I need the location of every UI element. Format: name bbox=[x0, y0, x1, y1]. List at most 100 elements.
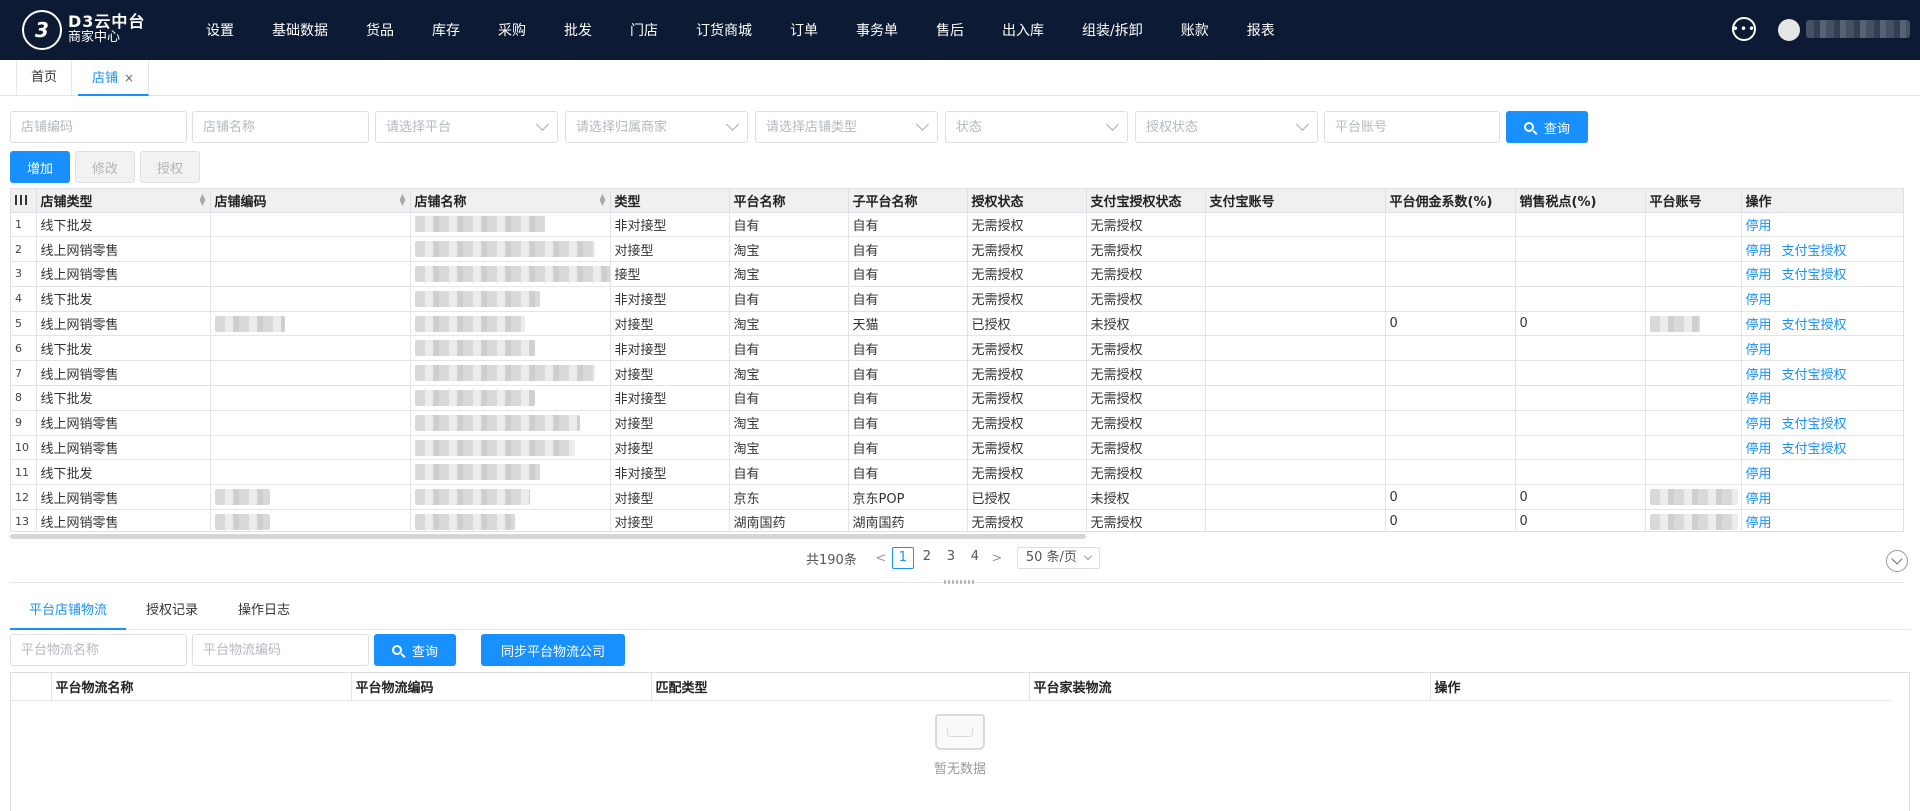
logistics-code-field[interactable] bbox=[193, 635, 368, 665]
alipay-auth-link[interactable]: 支付宝授权 bbox=[1782, 417, 1847, 432]
logistics-query-button[interactable]: 查询 bbox=[374, 634, 456, 666]
page-2[interactable]: 2 bbox=[916, 547, 938, 569]
col-alipay-auth[interactable]: 支付宝授权状态 bbox=[1086, 189, 1206, 213]
table-row[interactable]: 1 线下批发 非对接型 自有 自有 无需授权 无需授权 停用 bbox=[11, 212, 1903, 238]
shop-code-input[interactable] bbox=[10, 111, 187, 143]
nav-item-order-mall[interactable]: 订货商城 bbox=[680, 20, 768, 40]
avatar[interactable] bbox=[1778, 19, 1800, 41]
nav-item-transactions[interactable]: 事务单 bbox=[840, 20, 914, 40]
shop-name-input[interactable] bbox=[192, 111, 369, 143]
collapse-toggle-icon[interactable] bbox=[1886, 550, 1908, 572]
alipay-auth-link[interactable]: 支付宝授权 bbox=[1782, 442, 1847, 457]
disable-link[interactable]: 停用 bbox=[1746, 343, 1772, 358]
disable-link[interactable]: 停用 bbox=[1746, 492, 1772, 507]
disable-link[interactable]: 停用 bbox=[1746, 368, 1772, 383]
col-alipay-account[interactable]: 支付宝账号 bbox=[1205, 189, 1386, 213]
logistics-code-input[interactable] bbox=[192, 634, 369, 666]
table-row[interactable]: 2 线上网销零售 对接型 淘宝 自有 无需授权 无需授权 停用 支付宝授权 bbox=[11, 236, 1903, 263]
disable-link[interactable]: 停用 bbox=[1746, 392, 1772, 407]
col-type[interactable]: 类型 bbox=[610, 189, 730, 213]
nav-item-wholesale[interactable]: 批发 bbox=[548, 20, 608, 40]
close-icon[interactable]: × bbox=[124, 71, 134, 85]
nav-item-orders[interactable]: 订单 bbox=[774, 20, 834, 40]
table-row[interactable]: 3 线上网销零售 接型 淘宝 自有 无需授权 无需授权 停用 支付宝授权 bbox=[11, 261, 1903, 287]
nav-item-assembly[interactable]: 组装/拆卸 bbox=[1066, 20, 1159, 40]
table-row[interactable]: 9 线上网销零售 对接型 淘宝 自有 无需授权 无需授权 停用 支付宝授权 bbox=[11, 410, 1903, 436]
status-select-field[interactable] bbox=[946, 112, 1127, 142]
nav-item-after-sales[interactable]: 售后 bbox=[920, 20, 980, 40]
col-shop-code[interactable]: 店铺编码 ▲ ▼ bbox=[210, 189, 411, 213]
tab-platform-logistics[interactable]: 平台店铺物流 bbox=[10, 594, 126, 630]
col-platform[interactable]: 平台名称 bbox=[729, 189, 849, 213]
logistics-col-home-logistics[interactable]: 平台家装物流 bbox=[1029, 673, 1431, 701]
disable-link[interactable]: 停用 bbox=[1746, 516, 1772, 531]
nav-item-store[interactable]: 门店 bbox=[614, 20, 674, 40]
nav-item-reports[interactable]: 报表 bbox=[1231, 20, 1291, 40]
merchant-select-field[interactable] bbox=[566, 112, 747, 142]
username-redacted[interactable] bbox=[1806, 20, 1910, 38]
disable-link[interactable]: 停用 bbox=[1746, 442, 1772, 457]
disable-link[interactable]: 停用 bbox=[1746, 467, 1772, 482]
table-row[interactable]: 13 线上网销零售 对接型 湖南国药 湖南国药 无需授权 无需授权 0 0 停用 bbox=[11, 509, 1903, 531]
shop-code-field[interactable] bbox=[11, 112, 186, 142]
col-tax[interactable]: 销售税点(%) bbox=[1515, 189, 1646, 213]
tab-home[interactable]: 首页 bbox=[16, 60, 73, 96]
platform-select[interactable] bbox=[375, 111, 558, 143]
horizontal-scrollbar[interactable] bbox=[10, 534, 1086, 539]
column-settings-icon[interactable] bbox=[11, 189, 37, 213]
table-row[interactable]: 4 线下批发 非对接型 自有 自有 无需授权 无需授权 停用 bbox=[11, 286, 1903, 312]
disable-link[interactable]: 停用 bbox=[1746, 318, 1772, 333]
nav-item-basic-data[interactable]: 基础数据 bbox=[256, 20, 344, 40]
nav-item-in-out[interactable]: 出入库 bbox=[986, 20, 1060, 40]
resize-handle[interactable] bbox=[944, 580, 974, 584]
merchant-select[interactable] bbox=[565, 111, 748, 143]
nav-item-accounts[interactable]: 账款 bbox=[1165, 20, 1225, 40]
logistics-name-field[interactable] bbox=[11, 635, 186, 665]
table-row[interactable]: 5 线上网销零售 对接型 淘宝 天猫 已授权 未授权 0 0 停用 支付宝授权 bbox=[11, 311, 1903, 337]
sync-logistics-button[interactable]: 同步平台物流公司 bbox=[481, 634, 625, 666]
logistics-col-actions[interactable]: 操作 bbox=[1430, 673, 1891, 701]
prev-page-button[interactable]: < bbox=[871, 551, 891, 566]
auth-status-select-field[interactable] bbox=[1136, 112, 1317, 142]
alipay-auth-link[interactable]: 支付宝授权 bbox=[1782, 318, 1847, 333]
alipay-auth-link[interactable]: 支付宝授权 bbox=[1782, 268, 1847, 283]
table-row[interactable]: 10 线上网销零售 对接型 淘宝 自有 无需授权 无需授权 停用 支付宝授权 bbox=[11, 435, 1903, 461]
shop-type-select-field[interactable] bbox=[756, 112, 937, 142]
platform-select-field[interactable] bbox=[376, 112, 557, 142]
col-sub-platform[interactable]: 子平台名称 bbox=[848, 189, 968, 213]
table-row[interactable]: 11 线下批发 非对接型 自有 自有 无需授权 无需授权 停用 bbox=[11, 459, 1903, 486]
col-shop-type[interactable]: 店铺类型 ▲ ▼ bbox=[36, 189, 211, 213]
shop-type-select[interactable] bbox=[755, 111, 938, 143]
logistics-col-match[interactable]: 匹配类型 bbox=[651, 673, 1030, 701]
page-1[interactable]: 1 bbox=[891, 547, 914, 569]
status-select[interactable] bbox=[945, 111, 1128, 143]
col-auth-status[interactable]: 授权状态 bbox=[967, 189, 1087, 213]
platform-account-field[interactable] bbox=[1325, 112, 1499, 142]
brand-logo[interactable]: 3 D3云中台 商家中心 bbox=[22, 10, 145, 50]
message-icon[interactable]: ••• bbox=[1732, 17, 1756, 41]
alipay-auth-link[interactable]: 支付宝授权 bbox=[1782, 244, 1847, 259]
page-size-select[interactable]: 50 条/页 bbox=[1016, 547, 1100, 569]
col-platform-account[interactable]: 平台账号 bbox=[1645, 189, 1742, 213]
logistics-col-code[interactable]: 平台物流编码 bbox=[351, 673, 652, 701]
edit-button[interactable]: 修改 bbox=[75, 151, 135, 183]
page-3[interactable]: 3 bbox=[940, 547, 962, 569]
logistics-name-input[interactable] bbox=[10, 634, 187, 666]
disable-link[interactable]: 停用 bbox=[1746, 293, 1772, 308]
platform-account-input[interactable] bbox=[1324, 111, 1500, 143]
table-row[interactable]: 7 线上网销零售 对接型 淘宝 自有 无需授权 无需授权 停用 支付宝授权 bbox=[11, 360, 1903, 387]
disable-link[interactable]: 停用 bbox=[1746, 244, 1772, 259]
disable-link[interactable]: 停用 bbox=[1746, 417, 1772, 432]
shop-name-field[interactable] bbox=[193, 112, 368, 142]
nav-item-purchase[interactable]: 采购 bbox=[482, 20, 542, 40]
table-row[interactable]: 6 线下批发 非对接型 自有 自有 无需授权 无需授权 停用 bbox=[11, 335, 1903, 362]
disable-link[interactable]: 停用 bbox=[1746, 268, 1772, 283]
authorize-button[interactable]: 授权 bbox=[140, 151, 200, 183]
auth-status-select[interactable] bbox=[1135, 111, 1318, 143]
next-page-button[interactable]: > bbox=[987, 551, 1007, 566]
add-button[interactable]: 增加 bbox=[10, 151, 70, 183]
query-button[interactable]: 查询 bbox=[1506, 111, 1588, 143]
col-shop-name[interactable]: 店铺名称 ▲ ▼ bbox=[410, 189, 611, 213]
col-actions[interactable]: 操作 bbox=[1741, 189, 1903, 213]
table-row[interactable]: 8 线下批发 非对接型 自有 自有 无需授权 无需授权 停用 bbox=[11, 385, 1903, 411]
